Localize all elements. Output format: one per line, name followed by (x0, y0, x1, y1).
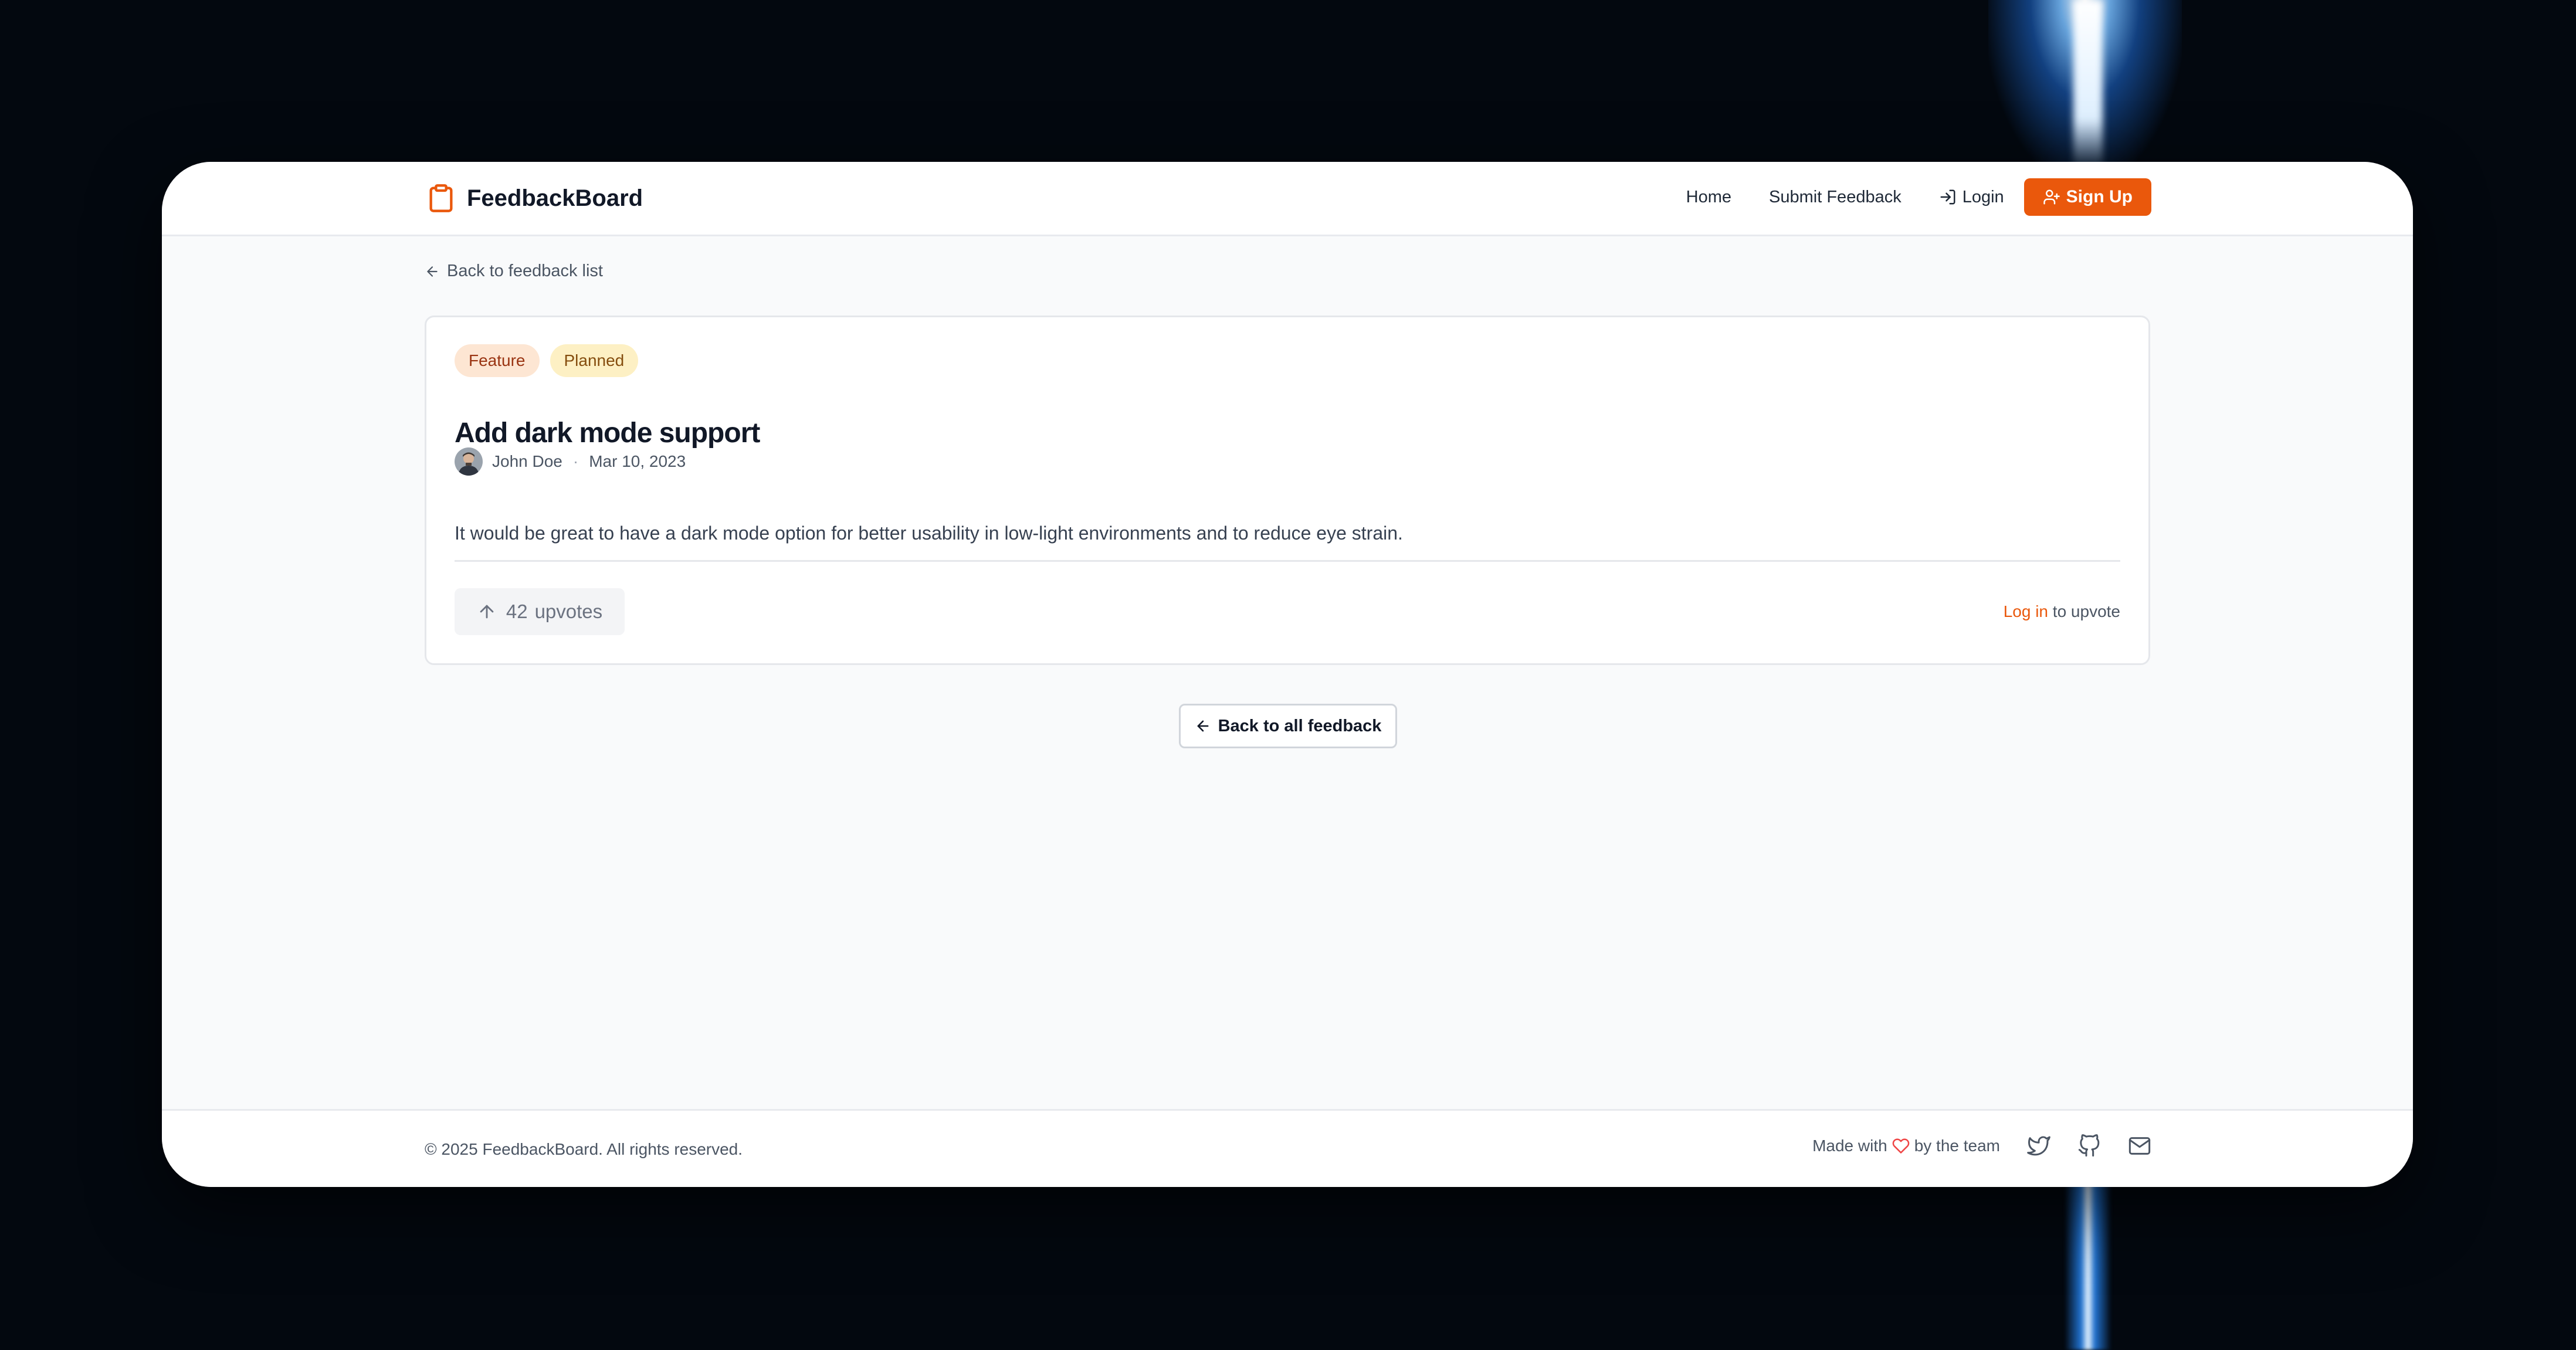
browser-window: FeedbackBoard Home Submit Feedback Login (162, 162, 2413, 1187)
feedback-meta: John Doe · Mar 10, 2023 (455, 447, 686, 476)
avatar (455, 447, 483, 476)
arrow-up-icon (480, 605, 494, 619)
feedback-badges: Feature Planned (455, 344, 649, 377)
upvote-button[interactable]: 42 upvotes (455, 588, 625, 635)
card-divider (455, 560, 2120, 562)
nav-home-link[interactable]: Home (1686, 188, 1731, 207)
user-plus-icon (2043, 189, 2060, 205)
main-nav: Home Submit Feedback Login Sign Up (1649, 178, 2151, 216)
meta-separator: · (572, 452, 579, 470)
made-with-text: Made with (1812, 1137, 1887, 1155)
signup-button[interactable]: Sign Up (2023, 178, 2151, 216)
site-header: FeedbackBoard Home Submit Feedback Login (162, 162, 2413, 236)
footer-right: Made with by the team (1812, 1134, 2151, 1158)
login-hint-suffix: to upvote (2052, 602, 2120, 620)
login-to-upvote-hint: Log in to upvote (2004, 602, 2120, 621)
back-to-all-feedback-label: Back to all feedback (1218, 716, 1382, 735)
status-badge: Planned (550, 344, 639, 377)
heart-icon (1892, 1138, 1909, 1154)
author-name: John Doe (492, 452, 562, 470)
login-link[interactable]: Log in (2004, 602, 2048, 620)
back-to-list-link[interactable]: Back to feedback list (425, 262, 603, 281)
login-icon (1940, 189, 1955, 205)
upvote-count: 42 (506, 601, 528, 622)
clipboard-icon (429, 184, 453, 212)
arrow-left-icon (1197, 720, 1209, 732)
background-light-beam-core (2073, 0, 2103, 170)
nav-login-link[interactable]: Login (1939, 188, 2004, 207)
nav-login-label: Login (1962, 187, 2004, 206)
mail-icon[interactable] (2128, 1134, 2151, 1158)
nav-submit-feedback-link[interactable]: Submit Feedback (1769, 188, 1902, 207)
feedback-card: Feature Planned Add dark mode support Jo… (425, 316, 2150, 665)
brand-name: FeedbackBoard (467, 185, 643, 211)
site-footer: © 2025 FeedbackBoard. All rights reserve… (162, 1109, 2413, 1187)
upvote-label: upvotes (534, 601, 603, 622)
feedback-description: It would be great to have a dark mode op… (455, 523, 1403, 544)
twitter-icon[interactable] (2027, 1134, 2050, 1158)
github-icon[interactable] (2077, 1134, 2101, 1158)
post-date: Mar 10, 2023 (589, 452, 686, 470)
by-team-text: by the team (1914, 1137, 2000, 1155)
arrow-left-icon (427, 266, 438, 277)
back-to-list-label: Back to feedback list (447, 262, 603, 280)
signup-label: Sign Up (2066, 187, 2133, 206)
background-light-beam-bottom (2065, 1185, 2111, 1350)
brand-logo[interactable]: FeedbackBoard (426, 183, 643, 213)
feedback-title: Add dark mode support (455, 418, 760, 449)
category-badge: Feature (455, 344, 540, 377)
copyright-text: © 2025 FeedbackBoard. All rights reserve… (425, 1140, 743, 1158)
back-to-all-feedback-button[interactable]: Back to all feedback (1179, 704, 1397, 748)
